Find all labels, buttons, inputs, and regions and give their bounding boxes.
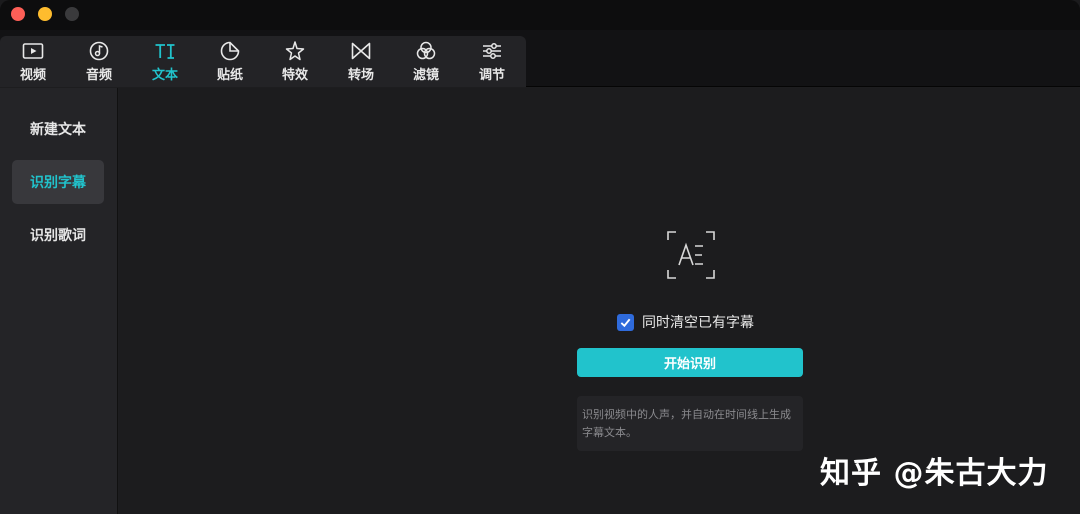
tab-text[interactable]: 文本 bbox=[137, 40, 193, 86]
close-window-button[interactable] bbox=[11, 7, 25, 21]
tab-label: 文本 bbox=[151, 68, 178, 83]
sticker-icon bbox=[217, 40, 243, 62]
music-note-icon bbox=[86, 40, 112, 62]
sparkle-star-icon bbox=[282, 40, 308, 62]
tab-video[interactable]: 视频 bbox=[5, 40, 61, 86]
sidebar-item-recognize-subtitles[interactable]: 识别字幕 bbox=[12, 160, 104, 204]
minimize-window-button[interactable] bbox=[38, 7, 52, 21]
watermark: 知乎 @朱古大力 bbox=[820, 456, 1049, 491]
tab-sticker[interactable]: 贴纸 bbox=[202, 40, 258, 86]
tab-transition[interactable]: 转场 bbox=[333, 40, 389, 86]
tab-label: 音频 bbox=[85, 68, 112, 83]
tab-label: 视频 bbox=[19, 68, 46, 83]
tab-label: 贴纸 bbox=[216, 68, 243, 83]
clear-subtitles-checkbox[interactable] bbox=[617, 313, 634, 331]
main-panel: 同时清空已有字幕 开始识别 识别视频中的人声，并自动在时间线上生成字幕文本。 知… bbox=[119, 88, 1080, 514]
text-recognition-icon bbox=[667, 231, 715, 279]
tab-effects[interactable]: 特效 bbox=[267, 40, 323, 86]
tab-label: 调节 bbox=[478, 68, 505, 83]
toolbar: 视频 音频 文本 贴纸 特效 转场 滤镜 调节 bbox=[0, 30, 1080, 87]
tab-label: 转场 bbox=[347, 68, 374, 83]
tab-audio[interactable]: 音频 bbox=[71, 40, 127, 86]
tab-filter[interactable]: 滤镜 bbox=[398, 40, 454, 86]
sliders-icon bbox=[479, 40, 505, 62]
tab-label: 滤镜 bbox=[412, 68, 439, 83]
sidebar-item-new-text[interactable]: 新建文本 bbox=[12, 107, 104, 151]
app-window: 视频 音频 文本 贴纸 特效 转场 滤镜 调节 新建文本 识别字幕 识别歌词 同… bbox=[0, 0, 1080, 514]
text-icon bbox=[152, 40, 178, 62]
sidebar-item-recognize-lyrics[interactable]: 识别歌词 bbox=[12, 213, 104, 257]
maximize-window-button[interactable] bbox=[65, 7, 79, 21]
transition-bowtie-icon bbox=[348, 40, 374, 62]
filter-circles-icon bbox=[413, 40, 439, 62]
tab-adjust[interactable]: 调节 bbox=[464, 40, 520, 86]
title-bar bbox=[0, 0, 1080, 30]
start-recognition-button[interactable]: 开始识别 bbox=[577, 348, 803, 377]
video-icon bbox=[20, 40, 46, 62]
recognition-description: 识别视频中的人声，并自动在时间线上生成字幕文本。 bbox=[577, 396, 803, 451]
clear-subtitles-option: 同时清空已有字幕 bbox=[617, 312, 754, 332]
checkmark-icon bbox=[620, 318, 631, 327]
clear-subtitles-label: 同时清空已有字幕 bbox=[642, 315, 754, 331]
tab-label: 特效 bbox=[281, 68, 308, 83]
toolbar-tabs: 视频 音频 文本 贴纸 特效 转场 滤镜 调节 bbox=[0, 36, 526, 87]
sidebar: 新建文本 识别字幕 识别歌词 bbox=[0, 88, 118, 514]
